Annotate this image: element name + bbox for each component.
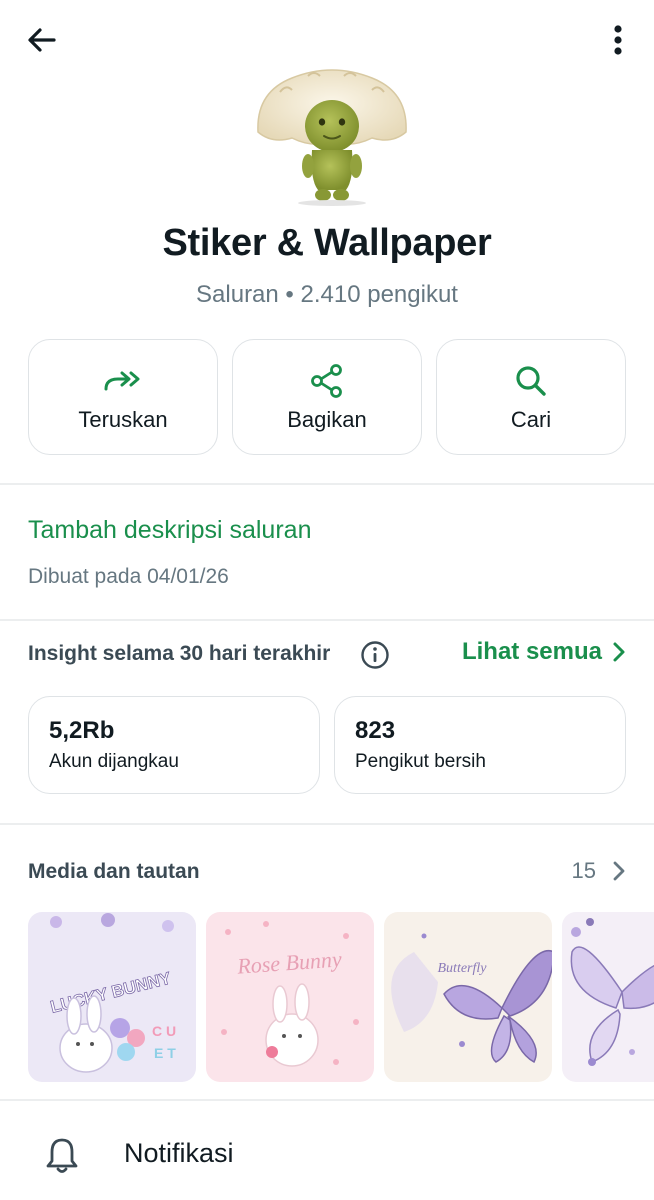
insights-header: Insight selama 30 hari terakhir Lihat se…: [28, 638, 626, 672]
media-thumbnail[interactable]: LUCKY BUNNY C U E T: [28, 912, 196, 1082]
media-thumbnail[interactable]: Butterfly: [384, 912, 552, 1082]
channel-avatar[interactable]: [252, 62, 412, 207]
forward-icon: [104, 371, 140, 391]
section-divider: [0, 823, 654, 825]
share-label: Bagikan: [287, 407, 367, 432]
channel-name: Stiker & Wallpaper: [162, 222, 492, 264]
created-date: Dibuat pada 04/01/26: [28, 565, 229, 588]
dumpling-character-image: [257, 69, 407, 206]
channel-subtitle: Saluran • 2.410 pengikut: [196, 281, 458, 308]
info-icon[interactable]: [360, 640, 390, 670]
media-header[interactable]: Media dan tautan 15: [28, 858, 626, 888]
media-thumbnail[interactable]: [562, 912, 654, 1082]
section-divider: [0, 619, 654, 621]
svg-text:E T: E T: [154, 1045, 176, 1061]
forward-button[interactable]: Teruskan: [28, 339, 218, 455]
insight-stats: 5,2Rb Akun dijangkau 823 Pengikut bersih: [28, 696, 626, 794]
see-all-link[interactable]: Lihat semua: [462, 638, 626, 666]
media-thumbnail[interactable]: Rose Bunny: [206, 912, 374, 1082]
section-divider: [0, 483, 654, 485]
see-all-label: Lihat semua: [461, 638, 602, 665]
stat-card-reach[interactable]: 5,2Rb Akun dijangkau: [28, 696, 320, 794]
notifications-row[interactable]: Notifikasi: [0, 1120, 654, 1190]
butterfly-text: Butterfly: [438, 961, 488, 976]
search-icon: [516, 366, 546, 396]
media-title: Media dan tautan: [28, 860, 200, 883]
media-thumbnails: LUCKY BUNNY C U E T Rose Bunny Butterfly: [28, 912, 654, 1082]
chevron-right-icon: [613, 642, 625, 662]
share-icon: [311, 364, 342, 398]
stat-label: Akun dijangkau: [49, 751, 179, 772]
arrow-left-icon: [28, 28, 56, 52]
section-divider: [0, 1099, 654, 1101]
media-count[interactable]: 15: [572, 858, 626, 884]
insights-title: Insight selama 30 hari terakhir: [28, 642, 331, 665]
forward-label: Teruskan: [78, 407, 168, 432]
chevron-right-icon: [613, 861, 625, 881]
more-vertical-icon: [614, 25, 622, 55]
share-button[interactable]: Bagikan: [232, 339, 422, 455]
search-label: Cari: [510, 407, 552, 432]
stat-value: 823: [355, 717, 396, 744]
search-button[interactable]: Cari: [436, 339, 626, 455]
bell-icon: [46, 1138, 78, 1173]
stat-card-net-followers[interactable]: 823 Pengikut bersih: [334, 696, 626, 794]
butterfly-image-2: [562, 912, 654, 1082]
svg-text:C U: C U: [152, 1023, 176, 1039]
lucky-bunny-image: LUCKY BUNNY C U E T: [28, 912, 196, 1082]
stat-value: 5,2Rb: [49, 717, 115, 744]
add-description-link[interactable]: Tambah deskripsi saluran: [28, 516, 311, 545]
action-buttons: Teruskan Bagikan Cari: [28, 339, 626, 455]
back-button[interactable]: [22, 20, 62, 60]
notifications-label: Notifikasi: [124, 1138, 234, 1168]
stat-label: Pengikut bersih: [355, 751, 486, 772]
more-options-button[interactable]: [604, 18, 632, 62]
media-count-number: 15: [571, 858, 596, 883]
butterfly-image: Butterfly: [384, 912, 552, 1082]
rose-bunny-image: Rose Bunny: [206, 912, 374, 1082]
